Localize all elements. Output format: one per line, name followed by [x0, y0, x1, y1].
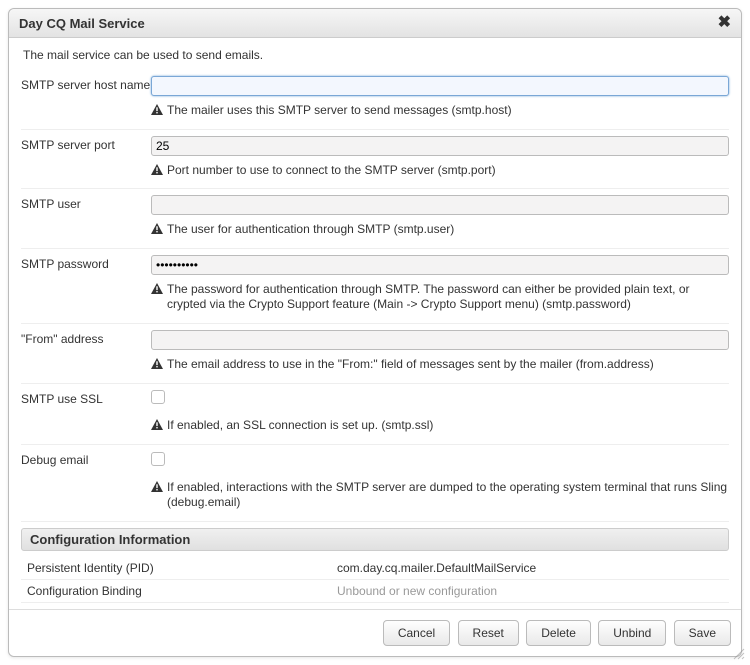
warning-icon [151, 481, 163, 492]
config-dialog: Day CQ Mail Service ✖ The mail service c… [8, 8, 742, 657]
warning-icon [151, 104, 163, 115]
resize-grip-icon[interactable] [731, 646, 745, 660]
input-smtp-port[interactable] [151, 136, 729, 156]
config-info-header: Configuration Information [21, 528, 729, 551]
label-pid: Persistent Identity (PID) [27, 561, 337, 575]
delete-button[interactable]: Delete [526, 620, 591, 646]
warning-icon [151, 164, 163, 175]
warning-icon [151, 358, 163, 369]
help-smtp-ssl: If enabled, an SSL connection is set up.… [151, 418, 729, 434]
row-smtp-port: SMTP server port Port number to use to c… [21, 130, 729, 190]
input-smtp-user[interactable] [151, 195, 729, 215]
reset-button[interactable]: Reset [458, 620, 519, 646]
row-pid: Persistent Identity (PID) com.day.cq.mai… [21, 557, 729, 580]
row-from-address: "From" address The email address to use … [21, 324, 729, 384]
close-icon[interactable]: ✖ [718, 15, 731, 31]
row-debug-email: Debug email If enabled, interactions wit… [21, 445, 729, 522]
help-smtp-password: The password for authentication through … [151, 282, 729, 313]
checkbox-smtp-ssl[interactable] [151, 390, 165, 404]
help-debug-email: If enabled, interactions with the SMTP s… [151, 480, 729, 511]
warning-icon [151, 419, 163, 430]
help-from-address: The email address to use in the "From:" … [151, 357, 729, 373]
help-smtp-host: The mailer uses this SMTP server to send… [151, 103, 729, 119]
warning-icon [151, 223, 163, 234]
dialog-footer: Cancel Reset Delete Unbind Save [9, 609, 741, 656]
unbind-button[interactable]: Unbind [598, 620, 666, 646]
input-from-address[interactable] [151, 330, 729, 350]
help-smtp-port: Port number to use to connect to the SMT… [151, 163, 729, 179]
label-debug-email: Debug email [21, 451, 151, 511]
label-from-address: "From" address [21, 330, 151, 373]
input-smtp-host[interactable] [151, 76, 729, 96]
dialog-title: Day CQ Mail Service [19, 16, 145, 31]
warning-icon [151, 283, 163, 294]
save-button[interactable]: Save [674, 620, 731, 646]
label-smtp-user: SMTP user [21, 195, 151, 238]
row-binding: Configuration Binding Unbound or new con… [21, 580, 729, 603]
row-smtp-ssl: SMTP use SSL If enabled, an SSL connecti… [21, 384, 729, 445]
value-binding: Unbound or new configuration [337, 584, 723, 598]
dialog-description: The mail service can be used to send ema… [23, 48, 729, 62]
label-smtp-ssl: SMTP use SSL [21, 390, 151, 434]
row-smtp-user: SMTP user The user for authentication th… [21, 189, 729, 249]
input-smtp-password[interactable] [151, 255, 729, 275]
cancel-button[interactable]: Cancel [383, 620, 450, 646]
row-smtp-password: SMTP password The password for authentic… [21, 249, 729, 324]
label-binding: Configuration Binding [27, 584, 337, 598]
checkbox-debug-email[interactable] [151, 452, 165, 466]
label-smtp-port: SMTP server port [21, 136, 151, 179]
label-smtp-host: SMTP server host name [21, 76, 151, 119]
dialog-header: Day CQ Mail Service ✖ [9, 9, 741, 38]
help-smtp-user: The user for authentication through SMTP… [151, 222, 729, 238]
dialog-body: The mail service can be used to send ema… [9, 38, 741, 609]
row-smtp-host: SMTP server host name The mailer uses th… [21, 70, 729, 130]
value-pid: com.day.cq.mailer.DefaultMailService [337, 561, 723, 575]
label-smtp-password: SMTP password [21, 255, 151, 313]
